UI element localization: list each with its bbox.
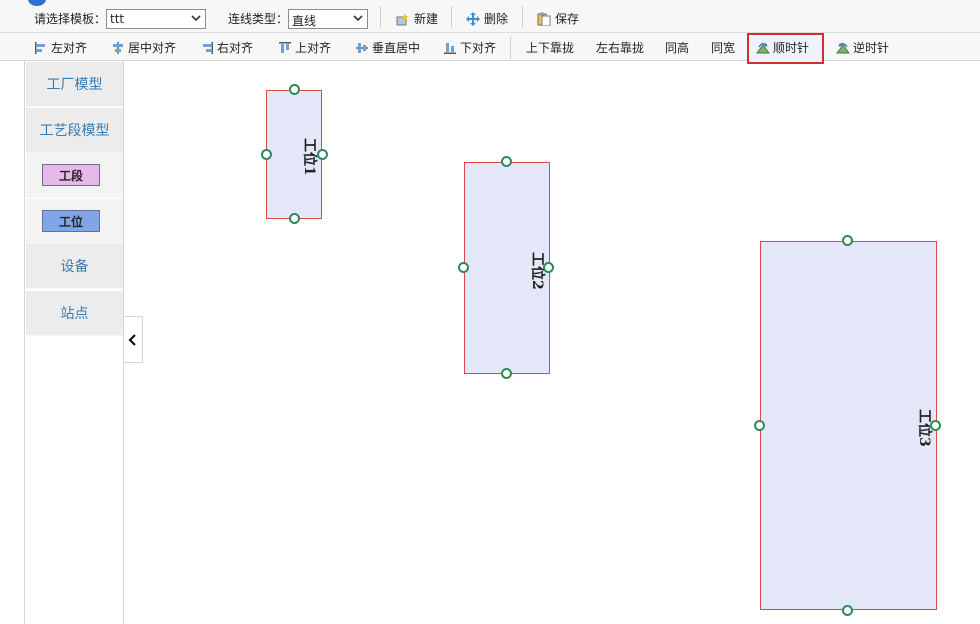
delete-button[interactable]: 删除 bbox=[466, 10, 508, 27]
toolbar-divider bbox=[510, 37, 511, 59]
main-toolbar: 请选择模板： ttt 连线类型： 直线 新建 删除 保存 bbox=[0, 0, 980, 33]
palette-station-swatch[interactable]: 工位 bbox=[42, 210, 100, 232]
connection-port-top[interactable] bbox=[289, 84, 300, 95]
palette-equipment[interactable]: 设备 bbox=[26, 244, 123, 289]
same-height-button[interactable]: 同高 bbox=[665, 39, 689, 56]
align-top-icon bbox=[279, 41, 291, 53]
save-button[interactable]: 保存 bbox=[537, 10, 579, 27]
chevron-down-icon bbox=[353, 15, 363, 22]
align-left-icon bbox=[35, 41, 45, 54]
diagram-canvas[interactable]: 工位1 工位2 工位3 bbox=[124, 61, 980, 624]
palette-equipment-label: 设备 bbox=[60, 259, 89, 275]
toolbar-divider bbox=[451, 6, 452, 28]
palette-section-swatch[interactable]: 工段 bbox=[42, 164, 100, 186]
clipboard-icon bbox=[537, 12, 551, 26]
align-right-icon bbox=[203, 41, 213, 54]
connection-port-bottom[interactable] bbox=[289, 213, 300, 224]
connection-port-left[interactable] bbox=[261, 149, 272, 160]
app-logo-fragment bbox=[0, 0, 48, 6]
left-align-button[interactable]: 左对齐 bbox=[34, 39, 87, 56]
new-icon bbox=[396, 12, 409, 25]
palette-station-label: 工位 bbox=[58, 215, 83, 229]
connection-port-top[interactable] bbox=[842, 235, 853, 246]
bottom-align-label: 下对齐 bbox=[460, 41, 497, 55]
align-center-icon bbox=[113, 41, 123, 54]
vertical-distribute-button[interactable]: 上下靠拢 bbox=[526, 39, 574, 56]
toolbar-divider bbox=[522, 6, 523, 28]
clockwise-button[interactable]: 顺时针 bbox=[756, 39, 809, 56]
palette-process-segment-model-label: 工艺段模型 bbox=[39, 123, 110, 139]
palette-process-segment-model[interactable]: 工艺段模型 bbox=[26, 108, 123, 153]
toolbar-divider bbox=[380, 6, 381, 28]
station-node[interactable] bbox=[760, 241, 937, 610]
same-width-button[interactable]: 同宽 bbox=[711, 39, 735, 56]
clockwise-label: 顺时针 bbox=[773, 41, 810, 55]
chevron-down-icon bbox=[191, 15, 201, 22]
align-bottom-icon bbox=[444, 42, 456, 54]
same-width-label: 同宽 bbox=[711, 41, 736, 55]
center-align-button[interactable]: 居中对齐 bbox=[111, 39, 176, 56]
connection-port-bottom[interactable] bbox=[842, 605, 853, 616]
template-select-value: ttt bbox=[110, 12, 125, 26]
link-type-select[interactable]: 直线 bbox=[288, 9, 368, 29]
bottom-align-button[interactable]: 下对齐 bbox=[443, 39, 496, 56]
palette-section-slot: 工段 bbox=[26, 153, 123, 198]
template-select[interactable]: ttt bbox=[106, 9, 206, 29]
palette-site[interactable]: 站点 bbox=[26, 291, 123, 336]
move-cross-icon bbox=[466, 11, 480, 26]
palette-factory-model-label: 工厂模型 bbox=[46, 77, 103, 93]
vertical-distribute-label: 上下靠拢 bbox=[526, 41, 575, 55]
horizontal-distribute-label: 左右靠拢 bbox=[596, 41, 645, 55]
connection-port-left[interactable] bbox=[458, 262, 469, 273]
save-button-label: 保存 bbox=[555, 12, 580, 26]
palette-factory-model[interactable]: 工厂模型 bbox=[26, 62, 123, 107]
right-align-button[interactable]: 右对齐 bbox=[200, 39, 253, 56]
connection-port-right[interactable] bbox=[930, 420, 941, 431]
palette-station-slot: 工位 bbox=[26, 199, 123, 244]
link-type-label: 连线类型： bbox=[228, 12, 289, 26]
palette-site-label: 站点 bbox=[60, 306, 89, 322]
top-align-button[interactable]: 上对齐 bbox=[278, 39, 331, 56]
connection-port-top[interactable] bbox=[501, 156, 512, 167]
horizontal-distribute-button[interactable]: 左右靠拢 bbox=[596, 39, 644, 56]
vertical-center-button[interactable]: 垂直居中 bbox=[355, 39, 420, 56]
rotate-counterclockwise-icon bbox=[836, 42, 850, 53]
rotate-clockwise-icon bbox=[756, 42, 770, 53]
new-button[interactable]: 新建 bbox=[396, 10, 438, 27]
left-align-label: 左对齐 bbox=[51, 41, 88, 55]
connection-port-left[interactable] bbox=[754, 420, 765, 431]
new-button-label: 新建 bbox=[414, 12, 439, 26]
palette-section-label: 工段 bbox=[58, 169, 83, 183]
link-type-select-value: 直线 bbox=[292, 14, 317, 28]
counterclockwise-button[interactable]: 逆时针 bbox=[836, 39, 889, 56]
connection-port-right[interactable] bbox=[543, 262, 554, 273]
top-align-label: 上对齐 bbox=[295, 41, 332, 55]
right-align-label: 右对齐 bbox=[217, 41, 254, 55]
delete-button-label: 删除 bbox=[484, 12, 509, 26]
align-middle-icon bbox=[356, 42, 368, 53]
component-palette: 工厂模型 工艺段模型 工段 工位 设备 站点 bbox=[24, 61, 124, 624]
vertical-center-label: 垂直居中 bbox=[372, 41, 421, 55]
template-label: 请选择模板： bbox=[34, 12, 107, 26]
counterclockwise-label: 逆时针 bbox=[853, 41, 890, 55]
connection-port-bottom[interactable] bbox=[501, 368, 512, 379]
center-align-label: 居中对齐 bbox=[128, 41, 177, 55]
connection-port-right[interactable] bbox=[317, 149, 328, 160]
same-height-label: 同高 bbox=[665, 41, 690, 55]
